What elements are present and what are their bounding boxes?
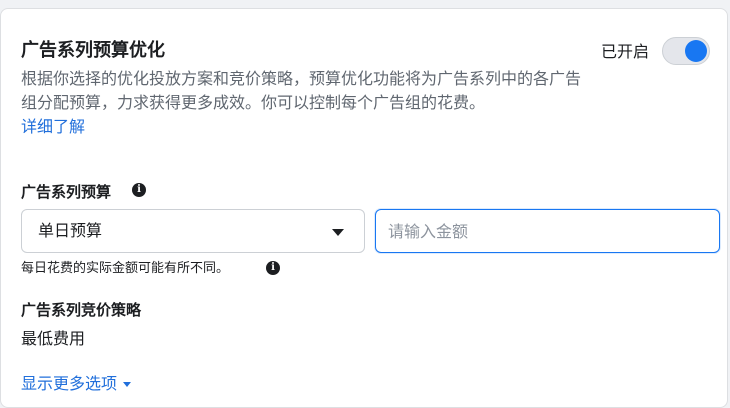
show-more-options-label: 显示更多选项 bbox=[21, 374, 118, 393]
caret-down-icon bbox=[332, 229, 344, 236]
budget-info-icon[interactable]: i bbox=[132, 183, 146, 197]
show-more-options-link[interactable]: 显示更多选项 bbox=[21, 373, 132, 395]
bid-strategy-value: 最低费用 bbox=[21, 329, 86, 348]
campaign-budget-optimization-card: 广告系列预算优化 根据你选择的优化投放方案和竞价策略，预算优化功能将为广告系列中… bbox=[0, 8, 728, 408]
budget-label: 广告系列预算 bbox=[21, 183, 112, 201]
budget-optimization-toggle[interactable] bbox=[662, 37, 710, 65]
caret-down-icon bbox=[123, 382, 132, 387]
section-description: 根据你选择的优化投放方案和竞价策略，预算优化功能将为广告系列中的各广告组分配预算… bbox=[21, 69, 582, 112]
bid-strategy-label: 广告系列竞价策略 bbox=[21, 301, 142, 319]
budget-type-select[interactable]: 单日预算 bbox=[21, 209, 365, 253]
toggle-knob bbox=[685, 40, 707, 62]
section-title: 广告系列预算优化 bbox=[21, 40, 165, 61]
learn-more-link[interactable]: 详细了解 bbox=[21, 115, 85, 139]
budget-hint: 每日花费的实际金额可能有所不同。 bbox=[21, 261, 230, 276]
budget-amount-input[interactable] bbox=[375, 209, 720, 253]
budget-type-value: 单日预算 bbox=[38, 221, 103, 240]
toggle-status-label: 已开启 bbox=[601, 42, 650, 61]
hint-info-icon[interactable]: i bbox=[266, 261, 280, 275]
